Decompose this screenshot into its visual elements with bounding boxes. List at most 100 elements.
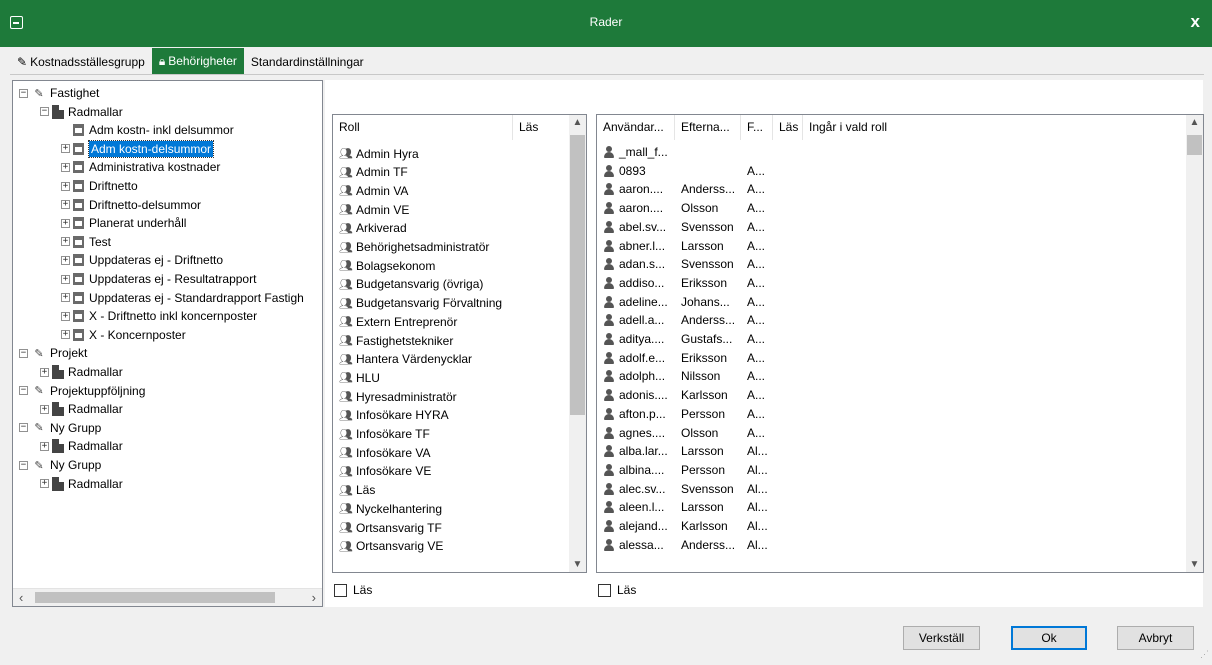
tree-node[interactable]: − ✎ Fastighet [19, 84, 99, 102]
user-row[interactable]: aditya.... Gustafs... A... [597, 330, 1186, 349]
resize-grip-icon[interactable]: ⋰ [1199, 650, 1209, 662]
apply-button[interactable]: Verkställ [903, 626, 980, 650]
user-row[interactable]: abel.sv... Svensson A... [597, 218, 1186, 237]
role-row[interactable]: 👥︎ Bolagsekonom [333, 256, 569, 275]
user-row[interactable]: _mall_f... [597, 143, 1186, 162]
tree-node[interactable]: + Driftnetto-delsummor [61, 196, 201, 214]
tree-node[interactable]: + Adm kostn-delsummor [61, 139, 215, 158]
scroll-thumb[interactable] [1187, 135, 1202, 155]
tree-node[interactable]: + Radmallar [40, 400, 123, 418]
expand-icon[interactable]: + [61, 218, 70, 228]
user-row[interactable]: adeline... Johans... A... [597, 293, 1186, 312]
role-row[interactable]: 👥︎ Nyckelhantering [333, 499, 569, 518]
user-row[interactable]: addiso... Eriksson A... [597, 274, 1186, 293]
expand-icon[interactable]: + [40, 367, 49, 377]
role-row[interactable]: 👥︎ HLU [333, 368, 569, 387]
tree-node[interactable]: + Uppdateras ej - Driftnetto [61, 251, 223, 269]
expand-icon[interactable]: + [40, 441, 49, 451]
user-row[interactable]: 0893 A... [597, 162, 1186, 181]
column-header-roll[interactable]: Roll [333, 115, 513, 140]
tree-node[interactable]: − ✎ Projekt [19, 344, 87, 362]
tree-node[interactable]: + Administrativa kostnader [61, 158, 220, 176]
scroll-right-icon[interactable]: › [312, 590, 316, 605]
expand-icon[interactable]: + [61, 311, 70, 321]
collapse-icon[interactable]: − [19, 386, 28, 396]
column-header-f[interactable]: F... [741, 115, 773, 140]
role-row[interactable]: 👥︎ Infosökare VE [333, 462, 569, 481]
user-row[interactable]: alba.lar... Larsson Al... [597, 442, 1186, 461]
role-row[interactable]: 👥︎ Infosökare VA [333, 443, 569, 462]
scroll-thumb[interactable] [35, 592, 275, 603]
role-row[interactable]: 👥︎ Budgetansvarig (övriga) [333, 275, 569, 294]
tree-node[interactable]: − ✎ Projektuppföljning [19, 382, 145, 400]
ok-button[interactable]: Ok [1011, 626, 1087, 650]
column-header-las[interactable]: Läs [773, 115, 803, 140]
role-row[interactable]: 👥︎ Extern Entreprenör [333, 312, 569, 331]
role-row[interactable]: 👥︎ Budgetansvarig Förvaltning [333, 294, 569, 313]
close-icon[interactable]: x [1191, 12, 1200, 32]
column-header-ingar-i-vald-roll[interactable]: Ingår i vald roll [803, 115, 923, 140]
column-header-efternamn[interactable]: Efterna... [675, 115, 741, 140]
tree-node[interactable]: + Uppdateras ej - Resultatrapport [61, 270, 256, 288]
tree-node[interactable]: + Radmallar [40, 363, 123, 381]
expand-icon[interactable]: + [40, 404, 49, 414]
roles-grid[interactable]: Roll Läs 👥︎ Admin Hyra 👥︎ Admin TF 👥︎ Admin V… [332, 114, 587, 573]
user-row[interactable]: adolf.e... Eriksson A... [597, 349, 1186, 368]
role-row[interactable]: 👥︎ Admin Hyra [333, 144, 569, 163]
collapse-icon[interactable]: − [19, 460, 28, 470]
expand-icon[interactable]: + [40, 479, 49, 489]
user-row[interactable]: abner.l... Larsson A... [597, 237, 1186, 256]
role-row[interactable]: 👥︎ Admin VE [333, 200, 569, 219]
tree-node[interactable]: + Planerat underhåll [61, 214, 186, 232]
tree-node[interactable]: + Driftnetto [61, 177, 138, 195]
users-grid[interactable]: Användar... Efterna... F... Läs Ingår i … [596, 114, 1204, 573]
users-vertical-scrollbar[interactable]: ▲ ▼ [1186, 115, 1203, 572]
user-row[interactable]: alessa... Anderss... Al... [597, 536, 1186, 555]
user-row[interactable]: aaron.... Anderss... A... [597, 180, 1186, 199]
user-row[interactable]: alejand... Karlsson Al... [597, 517, 1186, 536]
users-las-checkbox[interactable]: Läs [598, 583, 636, 597]
tree-node[interactable]: + Radmallar [40, 437, 123, 455]
tree-node[interactable]: + X - Driftnetto inkl koncernposter [61, 307, 257, 325]
cancel-button[interactable]: Avbryt [1117, 626, 1194, 650]
tree-node[interactable]: − ✎ Ny Grupp [19, 419, 101, 437]
tree-node[interactable]: + X - Koncernposter [61, 326, 186, 344]
expand-icon[interactable]: + [61, 144, 70, 154]
group-tree[interactable]: − ✎ Fastighet − Radmallar Adm kostn- inkl del… [12, 80, 323, 607]
expand-icon[interactable]: + [61, 200, 70, 210]
user-row[interactable]: agnes.... Olsson A... [597, 424, 1186, 443]
scroll-left-icon[interactable]: ‹ [19, 590, 23, 605]
user-row[interactable]: afton.p... Persson A... [597, 405, 1186, 424]
role-row[interactable]: 👥︎ Infosökare TF [333, 425, 569, 444]
role-row[interactable]: 👥︎ Infosökare HYRA [333, 406, 569, 425]
user-row[interactable]: adan.s... Svensson A... [597, 255, 1186, 274]
expand-icon[interactable]: + [61, 237, 70, 247]
expand-icon[interactable]: + [61, 274, 70, 284]
user-row[interactable]: aleen.l... Larsson Al... [597, 498, 1186, 517]
role-row[interactable]: 👥︎ Läs [333, 481, 569, 500]
tab-kostnadsstallesgrupp[interactable]: ✎ Kostnadsställesgrupp [10, 50, 152, 74]
scroll-thumb[interactable] [570, 135, 585, 415]
user-row[interactable]: albina.... Persson Al... [597, 461, 1186, 480]
expand-icon[interactable]: + [61, 330, 70, 340]
role-row[interactable]: 👥︎ Arkiverad [333, 219, 569, 238]
role-row[interactable]: 👥︎ Admin VA [333, 181, 569, 200]
column-header-las[interactable]: Läs [513, 115, 571, 140]
checkbox-box[interactable] [598, 583, 611, 597]
collapse-icon[interactable]: − [40, 107, 49, 117]
horizontal-scrollbar[interactable]: ‹ › [13, 588, 322, 606]
column-header-anvandare[interactable]: Användar... [597, 115, 675, 140]
collapse-icon[interactable]: − [19, 348, 28, 358]
tree-node[interactable]: Adm kostn- inkl delsummor [61, 121, 234, 139]
role-row[interactable]: 👥︎ Hantera Värdenycklar [333, 350, 569, 369]
scroll-up-icon[interactable]: ▲ [569, 117, 586, 128]
tab-standardinstallningar[interactable]: Standardinställningar [244, 50, 371, 74]
expand-icon[interactable]: + [61, 293, 70, 303]
user-row[interactable]: adolph... Nilsson A... [597, 367, 1186, 386]
roles-vertical-scrollbar[interactable]: ▲ ▼ [569, 115, 586, 572]
role-row[interactable]: 👥︎ Fastighetstekniker [333, 331, 569, 350]
scroll-down-icon[interactable]: ▼ [1186, 559, 1203, 570]
tree-node[interactable]: + Radmallar [40, 475, 123, 493]
scroll-down-icon[interactable]: ▼ [569, 559, 586, 570]
role-row[interactable]: 👥︎ Behörighetsadministratör [333, 238, 569, 257]
